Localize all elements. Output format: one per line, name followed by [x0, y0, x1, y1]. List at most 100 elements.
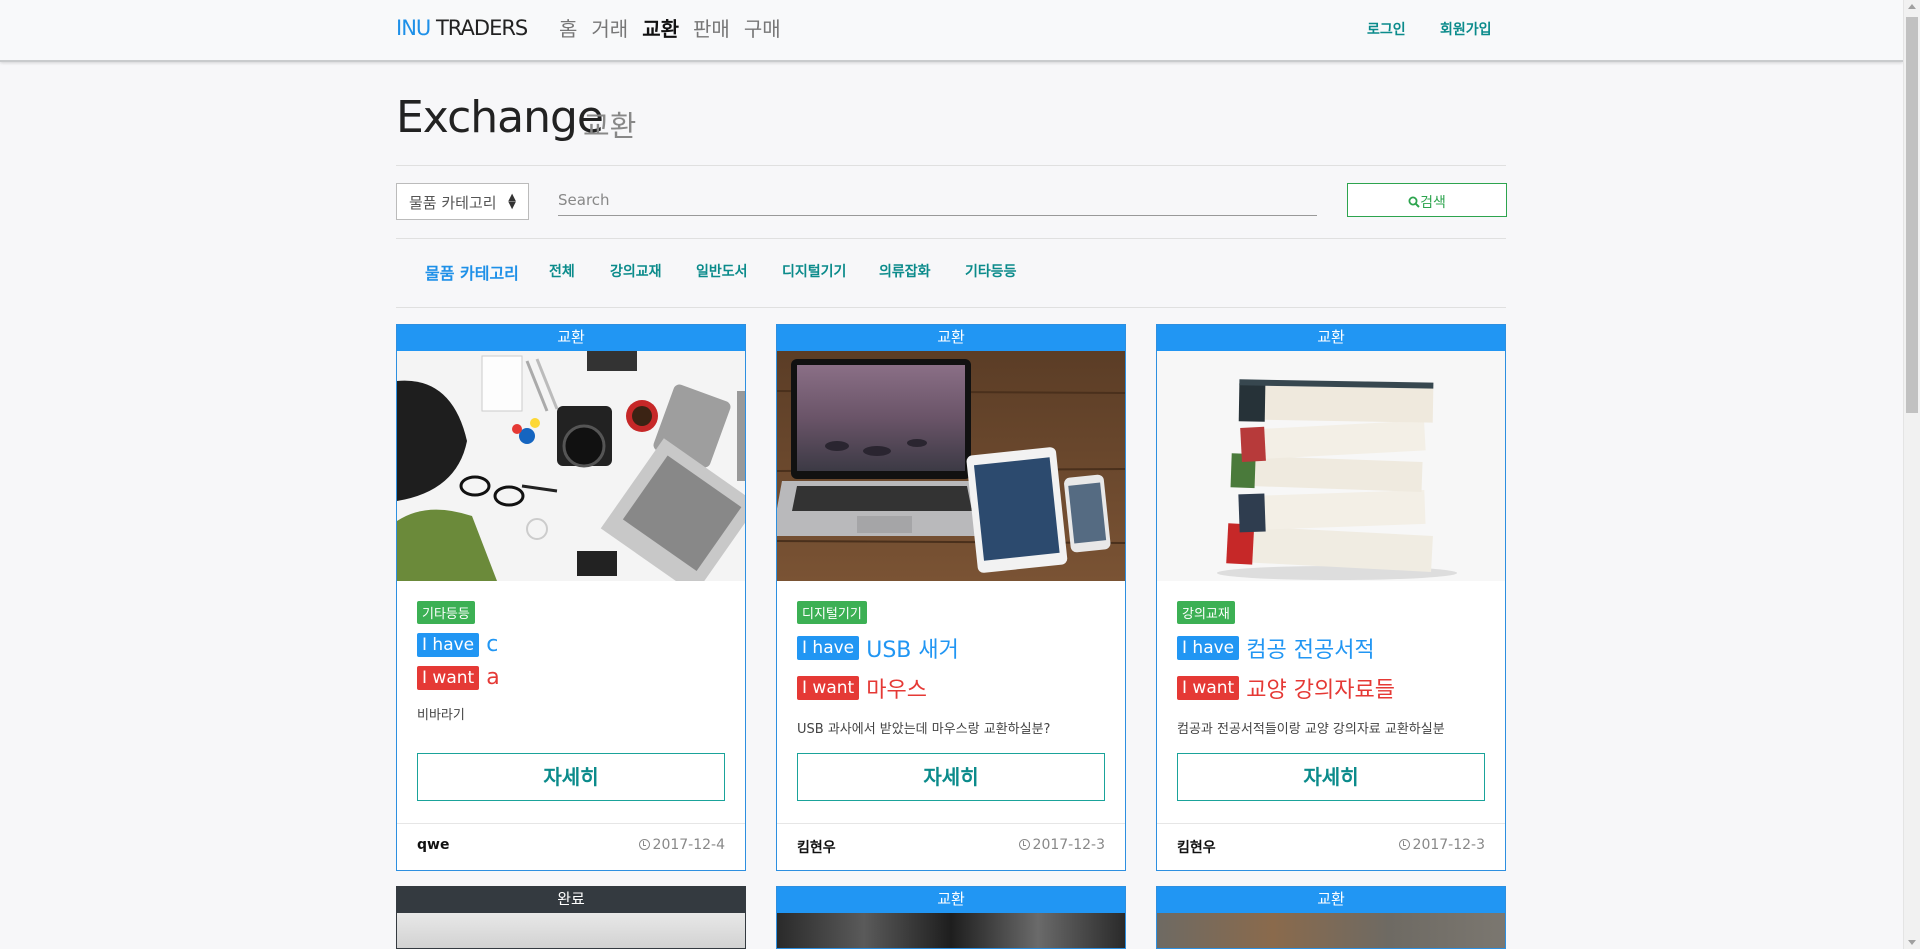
- scroll-down-arrow-icon[interactable]: [1908, 940, 1916, 945]
- card-author: 킴현우: [797, 840, 836, 856]
- want-value: 교양 강의자료들: [1246, 678, 1395, 703]
- card-body: 강의교재 I have 컴공 전공서적 I want 교양 강의자료들 컴공과 …: [1157, 581, 1505, 823]
- page-subtitle: 교환: [583, 109, 637, 143]
- category-select-value: 물품 카테고리: [409, 194, 497, 212]
- card-image[interactable]: [397, 913, 745, 948]
- search-button[interactable]: 검색: [1347, 183, 1507, 217]
- select-arrows-icon: ▲ ▼: [508, 192, 516, 211]
- category-lecture-books[interactable]: 강의교재: [610, 261, 662, 281]
- nav-links: 홈 거래 교환 판매 구매: [559, 13, 781, 42]
- signup-link-wrap: 회원가입: [1440, 19, 1492, 39]
- card-category-badge: 기타등등: [417, 601, 475, 624]
- card-status-banner: 완료: [397, 887, 745, 913]
- flatlay-image: [397, 351, 745, 581]
- card-body: 디지털기기 I have USB 새거 I want 마우스 USB 과사에서 …: [777, 581, 1125, 823]
- want-value: 마우스: [866, 678, 928, 703]
- brand-traders: TRADERS: [435, 16, 528, 40]
- item-card: 교환: [776, 324, 1126, 871]
- signup-link[interactable]: 회원가입: [1440, 19, 1492, 39]
- card-date: 2017-12-3: [1032, 837, 1105, 853]
- clock-icon: [1398, 839, 1410, 850]
- card-footer: 킴현우 2017-12-3: [777, 823, 1125, 870]
- card-image[interactable]: [397, 351, 745, 581]
- want-tag: I want: [417, 665, 480, 690]
- card-date-wrap: 2017-12-4: [638, 837, 725, 853]
- item-card: 교환: [1156, 324, 1506, 871]
- scrollbar-thumb[interactable]: [1906, 17, 1918, 413]
- item-card: 교환: [776, 886, 1126, 949]
- divider: [396, 307, 1506, 308]
- card-status-banner: 교환: [777, 325, 1125, 351]
- clock-icon: [1018, 839, 1030, 850]
- nav-link-trade[interactable]: 거래: [591, 13, 628, 42]
- nav-link-exchange[interactable]: 교환: [642, 13, 679, 42]
- category-etc[interactable]: 기타등등: [965, 261, 1017, 281]
- card-image[interactable]: [777, 351, 1125, 581]
- category-clothing[interactable]: 의류잡화: [879, 261, 931, 281]
- search-input[interactable]: [558, 185, 1317, 216]
- want-tag: I want: [1177, 676, 1240, 700]
- card-date: 2017-12-3: [1412, 837, 1485, 853]
- card-footer: 킴현우 2017-12-3: [1157, 823, 1505, 870]
- card-status-banner: 교환: [397, 325, 745, 351]
- have-tag: I have: [417, 632, 480, 657]
- card-description: 비바라기: [417, 708, 465, 723]
- card-have-line: I have 컴공 전공서적: [1177, 632, 1485, 664]
- card-want-line: I want 마우스: [797, 672, 1105, 704]
- divider: [396, 165, 1506, 166]
- card-image[interactable]: [777, 913, 1125, 948]
- category-nav-heading[interactable]: 물품 카테고리: [425, 260, 519, 284]
- card-status-banner: 교환: [1157, 325, 1505, 351]
- category-digital[interactable]: 디지털기기: [782, 261, 846, 281]
- have-tag: I have: [797, 636, 860, 660]
- nav-link-home[interactable]: 홈: [559, 13, 577, 42]
- category-all[interactable]: 전체: [549, 261, 575, 281]
- page-title: Exchange: [396, 92, 604, 143]
- card-date-wrap: 2017-12-3: [1398, 837, 1485, 853]
- detail-button[interactable]: 자세히: [1177, 753, 1485, 801]
- category-general-books[interactable]: 일반도서: [696, 261, 748, 281]
- card-status-banner: 교환: [777, 887, 1125, 913]
- login-link[interactable]: 로그인: [1367, 19, 1406, 39]
- category-select[interactable]: 물품 카테고리 ▲ ▼: [396, 183, 529, 220]
- card-want-line: I want 교양 강의자료들: [1177, 672, 1485, 704]
- detail-button[interactable]: 자세히: [417, 753, 725, 801]
- card-have-line: I have USB 새거: [797, 632, 1105, 664]
- page-scrollbar[interactable]: [1903, 0, 1920, 949]
- want-tag: I want: [797, 676, 860, 700]
- card-want-line: I want a: [417, 665, 725, 690]
- clock-icon: [638, 839, 650, 850]
- card-body: 기타등등 I have c I want a 비바라기 자세히: [397, 581, 745, 823]
- laptop-image: [777, 351, 1125, 581]
- have-value: USB 새거: [866, 638, 959, 663]
- card-image[interactable]: [1157, 913, 1505, 948]
- detail-button[interactable]: 자세히: [797, 753, 1105, 801]
- want-value: a: [486, 665, 500, 690]
- search-icon: [1408, 196, 1420, 208]
- item-card: 완료: [396, 886, 746, 949]
- brand-inu: INU: [396, 16, 431, 40]
- card-description: 컴공과 전공서적들이랑 교양 강의자료 교환하실분: [1177, 722, 1445, 737]
- card-author: qwe: [417, 837, 450, 853]
- category-nav: 물품 카테고리 전체 강의교재 일반도서 디지털기기 의류잡화 기타등등: [396, 255, 1506, 287]
- search-button-label: 검색: [1420, 195, 1446, 211]
- card-author: 킴현우: [1177, 840, 1216, 856]
- scroll-up-arrow-icon[interactable]: [1908, 4, 1916, 9]
- nav-link-buy[interactable]: 구매: [744, 13, 781, 42]
- have-value: c: [486, 632, 499, 657]
- card-category-badge: 강의교재: [1177, 601, 1235, 624]
- divider: [396, 238, 1506, 239]
- card-date: 2017-12-4: [652, 837, 725, 853]
- item-card: 교환: [1156, 886, 1506, 949]
- books-image: [1157, 351, 1505, 581]
- card-status-banner: 교환: [1157, 887, 1505, 913]
- card-footer: qwe 2017-12-4: [397, 823, 745, 870]
- card-image[interactable]: [1157, 351, 1505, 581]
- brand-logo[interactable]: INU TRADERS: [396, 16, 528, 40]
- item-card: 교환 기타등등 I have c I want a 비바라기 자세히 qwe 2…: [396, 324, 746, 871]
- card-description: USB 과사에서 받았는데 마우스랑 교환하실분?: [797, 722, 1051, 737]
- nav-link-sell[interactable]: 판매: [693, 13, 730, 42]
- have-value: 컴공 전공서적: [1246, 638, 1375, 663]
- top-navbar: INU TRADERS 홈 거래 교환 판매 구매 로그인 회원가입: [0, 0, 1903, 62]
- card-date-wrap: 2017-12-3: [1018, 837, 1105, 853]
